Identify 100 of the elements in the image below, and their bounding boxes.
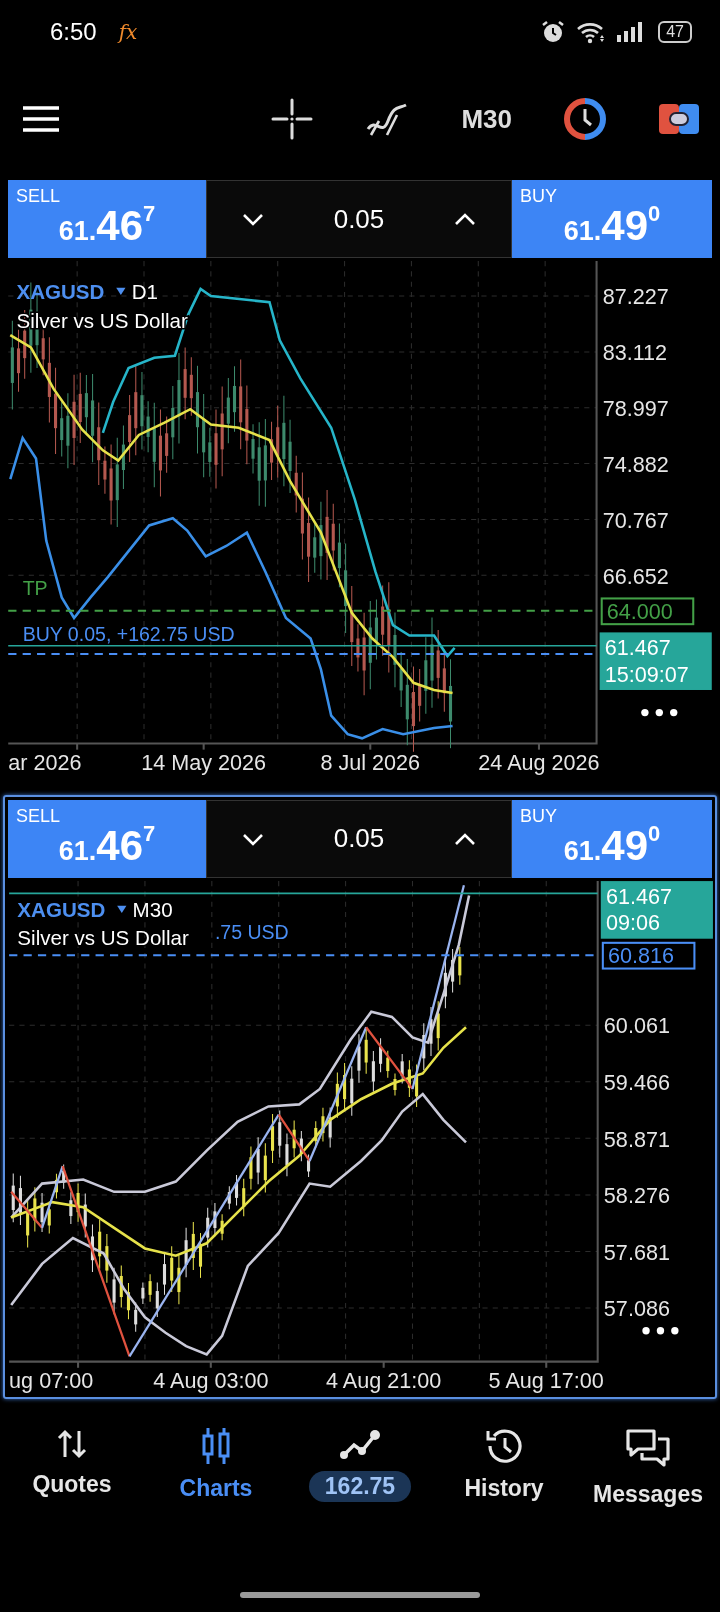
price-axis-label: 59.466 (603, 1069, 670, 1095)
nav-tab[interactable]: Messages (576, 1421, 720, 1515)
line-chart-icon (339, 1427, 381, 1462)
candle (141, 1281, 145, 1304)
candle (232, 365, 237, 433)
candle (418, 668, 422, 723)
time-axis-label: ar 2026 (8, 750, 82, 776)
nav-tab[interactable]: Quotes (0, 1421, 144, 1515)
candle (235, 1173, 239, 1206)
candle (121, 424, 125, 490)
candle (321, 1106, 325, 1142)
symbol-name[interactable]: XAGUSD (17, 897, 106, 921)
lot-size-value[interactable]: 0.05 (333, 203, 385, 235)
price-axis-label: 57.086 (603, 1295, 670, 1321)
toggle-icon[interactable] (658, 103, 700, 135)
buy-button[interactable]: BUY 61.49$^{0}$ (512, 180, 712, 258)
price-axis-label: 58.276 (603, 1182, 670, 1208)
candle (364, 1027, 368, 1074)
order-label: .75 USD (214, 920, 289, 943)
more-icon[interactable] (641, 708, 678, 717)
candle (208, 427, 212, 478)
time-axis-label: 4 Aug 03:00 (153, 1367, 269, 1393)
order-label: TP (22, 577, 48, 600)
candle (206, 1206, 210, 1248)
chart-panel[interactable]: SELL 61.46$^{7}$ 0.05 BUY 61.49$^{0}$ .75 USD 60.816 60.061 59.466 58.871 58.276 57.681 57.086 61.467 09:06 XAGUSD M30 Silver vs US Dollar ug 07:00 4 Aug 03:00 4 Aug 21:00 5 Aug 17:00 (3, 794, 717, 1400)
nav-tab[interactable]: Charts (144, 1421, 288, 1515)
candle (313, 521, 317, 574)
more-icon[interactable] (642, 1326, 679, 1334)
symbol-name[interactable]: XAGUSD (16, 280, 105, 304)
candle (189, 356, 193, 417)
nav-tab[interactable]: History (432, 1421, 576, 1515)
nav-tab[interactable]: 162.75 (288, 1421, 432, 1515)
candle (399, 651, 403, 708)
order-price-tag: 60.816 (601, 941, 696, 970)
chevron-down-icon[interactable] (241, 211, 266, 227)
candle (357, 1033, 361, 1083)
crosshair-icon[interactable] (271, 98, 314, 140)
candle (162, 1252, 167, 1295)
candle (278, 1109, 282, 1158)
lot-size-value[interactable]: 0.05 (333, 823, 385, 855)
price-axis-label: 83.112 (602, 340, 668, 366)
candle (328, 1106, 332, 1148)
candle (292, 1119, 296, 1158)
candle (226, 377, 230, 444)
price-axis-label: 60.061 (603, 1012, 670, 1038)
candle (343, 1061, 347, 1112)
price-chart[interactable]: .75 USD 60.816 60.061 59.466 58.871 58.276 57.681 57.086 61.467 09:06 XAGUSD M30 Silver vs US Dollar ug 07:00 4 Aug 03:00 4 Aug 21:00 5 Aug 17:00 (5, 877, 715, 1398)
candle (76, 1182, 80, 1222)
candle (60, 401, 64, 457)
candle (374, 599, 378, 661)
menu-icon[interactable] (22, 105, 60, 133)
candle (285, 1132, 289, 1177)
candle (170, 1245, 174, 1293)
time-axis-label: 4 Aug 21:00 (326, 1367, 442, 1393)
candle (126, 1282, 131, 1320)
candle (436, 629, 440, 699)
timeframe-button[interactable]: M30 (461, 103, 512, 135)
current-price: 61.467 (605, 883, 672, 909)
candle (263, 1142, 267, 1193)
time-axis-label: 5 Aug 17:00 (488, 1367, 604, 1393)
candle (307, 1153, 311, 1178)
candle (78, 372, 82, 444)
candle (400, 1052, 404, 1084)
status-time: 6:50 (50, 18, 97, 46)
candle (393, 1072, 397, 1096)
candle (407, 1059, 411, 1098)
candle (271, 1112, 275, 1164)
candle (242, 1177, 246, 1217)
candle (213, 1202, 217, 1237)
time-axis-label: 24 Aug 2026 (478, 750, 600, 776)
candle (350, 1065, 354, 1116)
candle (146, 400, 150, 453)
candle (270, 421, 274, 481)
order-price-tag: 64.000 (600, 597, 695, 626)
dropdown-icon[interactable] (116, 287, 126, 296)
signal-icon (616, 21, 645, 43)
candle (40, 1192, 44, 1233)
dropdown-icon[interactable] (117, 905, 127, 913)
candle (251, 423, 255, 474)
history-icon (484, 1427, 524, 1466)
sell-button[interactable]: SELL 61.46$^{7}$ (8, 799, 206, 878)
candle (249, 1145, 253, 1190)
bar-countdown: 15:09:07 (604, 661, 689, 687)
candle (155, 1281, 159, 1318)
wifi-icon (576, 20, 607, 44)
candle (337, 522, 341, 588)
candle (17, 329, 21, 393)
chart-timeframe: M30 (132, 897, 173, 921)
candle (294, 455, 298, 513)
price-axis-label: 78.997 (602, 396, 669, 421)
buy-button[interactable]: BUY 61.49$^{0}$ (512, 799, 712, 878)
candle (371, 1050, 375, 1092)
clock-icon[interactable] (564, 98, 606, 140)
chart-timeframe: D1 (131, 280, 158, 304)
candle (54, 1172, 58, 1199)
sell-button[interactable]: SELL 61.46$^{7}$ (8, 180, 206, 258)
candle (227, 1185, 231, 1210)
candle (62, 1163, 66, 1189)
price-axis-label: 74.882 (602, 451, 669, 477)
candle (379, 1037, 383, 1073)
